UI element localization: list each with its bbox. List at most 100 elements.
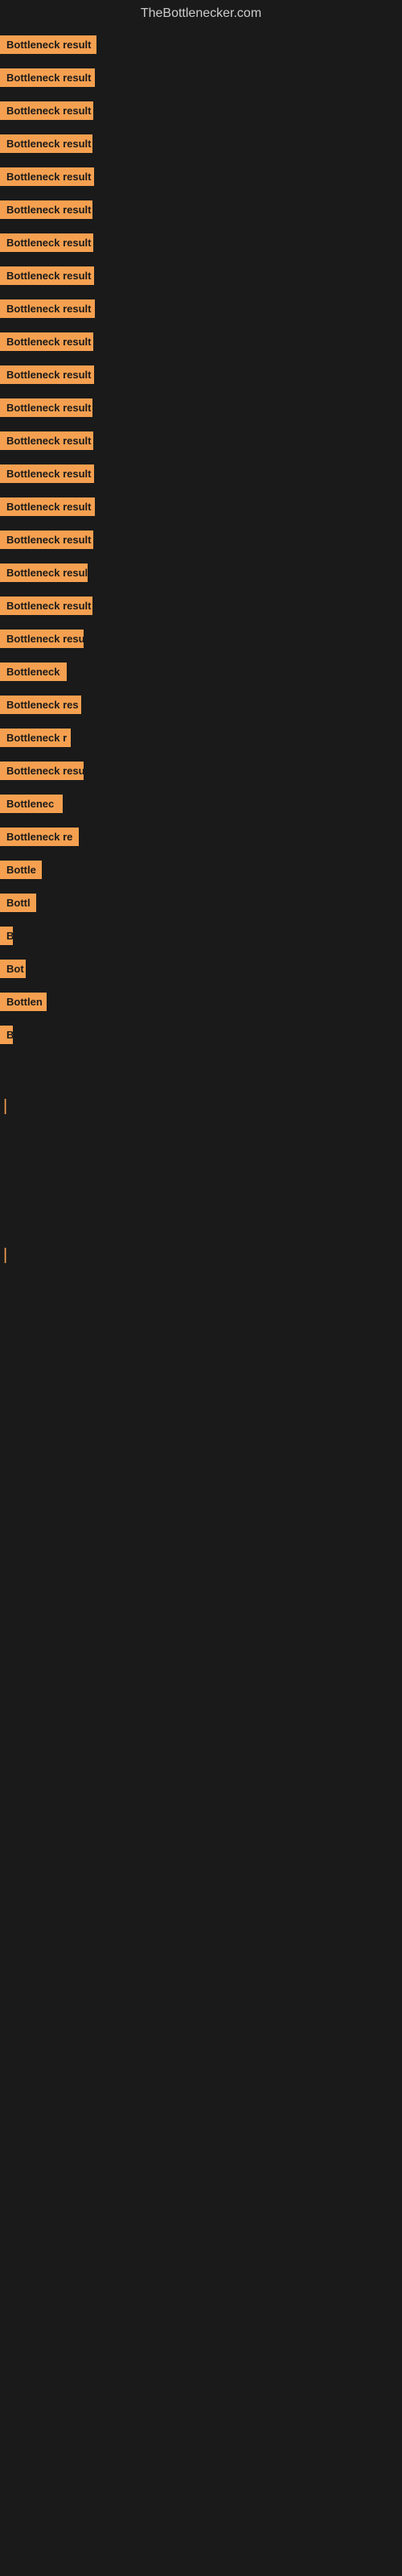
bottleneck-bar: Bottleneck result xyxy=(0,398,402,417)
bottleneck-label: Bottleneck result xyxy=(0,266,94,285)
list-item: Bottleneck result xyxy=(0,266,402,285)
bottleneck-bar: Bottleneck re xyxy=(0,828,402,846)
bottleneck-label: Bottle xyxy=(0,861,42,879)
list-item: Bottleneck result xyxy=(0,365,402,384)
bottleneck-bar: Bottleneck result xyxy=(0,332,402,351)
list-item: Bottleneck result xyxy=(0,497,402,516)
bottleneck-label: Bottlenec xyxy=(0,795,63,813)
list-item: Bottleneck result xyxy=(0,101,402,120)
list-item: Bottleneck result xyxy=(0,200,402,219)
bottleneck-label: Bottleneck result xyxy=(0,101,93,120)
bottleneck-label: Bottleneck result xyxy=(0,597,92,615)
bottleneck-bar: Bot xyxy=(0,960,402,978)
bottleneck-bar: Bottleneck res xyxy=(0,696,402,714)
list-item: Bottleneck resu xyxy=(0,762,402,780)
separator-line: | xyxy=(0,1246,402,1265)
site-title: TheBottlenecker.com xyxy=(0,0,402,27)
list-item: B xyxy=(0,1026,402,1044)
bottleneck-label: Bottleneck result xyxy=(0,398,92,417)
bottleneck-bar: B xyxy=(0,1026,402,1044)
bottleneck-bar: Bottleneck r xyxy=(0,729,402,747)
list-item: Bottleneck result xyxy=(0,398,402,417)
bottleneck-bar: Bottleneck result xyxy=(0,35,402,54)
list-item: Bottleneck result xyxy=(0,134,402,153)
bottleneck-bar: B xyxy=(0,927,402,945)
list-item: Bottleneck result xyxy=(0,332,402,351)
bottleneck-label: Bottleneck resu xyxy=(0,762,84,780)
bottleneck-bar: Bottleneck resu xyxy=(0,762,402,780)
bars-container: Bottleneck result Bottleneck result Bottle… xyxy=(0,27,402,1287)
bottleneck-bar: Bottleneck result xyxy=(0,200,402,219)
bottleneck-label: Bottleneck result xyxy=(0,200,92,219)
bottleneck-bar: Bottleneck result xyxy=(0,134,402,153)
bottleneck-bar: Bottleneck result xyxy=(0,266,402,285)
list-item xyxy=(0,1059,402,1083)
list-item: Bottleneck result xyxy=(0,299,402,318)
bottleneck-bar: Bottleneck resu xyxy=(0,630,402,648)
list-item: Bottleneck result xyxy=(0,597,402,615)
bottleneck-label: Bottleneck result xyxy=(0,68,95,87)
bottleneck-bar: Bottlen xyxy=(0,993,402,1011)
list-item xyxy=(0,1130,402,1154)
bottleneck-bar: Bottleneck result xyxy=(0,497,402,516)
list-item: | xyxy=(0,1246,402,1265)
list-item: Bottle xyxy=(0,861,402,879)
list-item: B xyxy=(0,927,402,945)
bottleneck-bar: Bottleneck result xyxy=(0,233,402,252)
bottleneck-label: Bot xyxy=(0,960,26,978)
bottleneck-label: Bottleneck result xyxy=(0,299,95,318)
bottleneck-label: Bottlen xyxy=(0,993,47,1011)
bottleneck-label: Bottleneck res xyxy=(0,696,81,714)
bottleneck-label: Bottleneck result xyxy=(0,35,96,54)
bottleneck-bar: Bottleneck result xyxy=(0,431,402,450)
bottleneck-label: Bottleneck result xyxy=(0,497,95,516)
bottleneck-label: Bottleneck result xyxy=(0,332,93,351)
list-item: Bot xyxy=(0,960,402,978)
bottleneck-bar: Bottleneck result xyxy=(0,564,402,582)
bottleneck-label: Bottleneck xyxy=(0,663,67,681)
bottleneck-label: Bottleneck result xyxy=(0,233,93,252)
list-item: Bottleneck result xyxy=(0,564,402,582)
bottleneck-label: Bottleneck result xyxy=(0,530,93,549)
list-item xyxy=(0,1208,402,1232)
bottleneck-bar: Bottleneck result xyxy=(0,68,402,87)
separator-line: | xyxy=(0,1097,402,1116)
bottleneck-bar: Bottleneck result xyxy=(0,530,402,549)
bottleneck-label: Bottleneck resu xyxy=(0,630,84,648)
bottleneck-bar: Bottleneck result xyxy=(0,464,402,483)
bottleneck-label: Bottleneck result xyxy=(0,464,94,483)
bottleneck-bar: Bottleneck result xyxy=(0,597,402,615)
bottleneck-bar: Bottleneck xyxy=(0,663,402,681)
list-item: Bottleneck xyxy=(0,663,402,681)
list-item: Bottlenec xyxy=(0,795,402,813)
list-item: Bottleneck re xyxy=(0,828,402,846)
bottleneck-bar: Bottleneck result xyxy=(0,365,402,384)
list-item: Bottleneck result xyxy=(0,431,402,450)
bottleneck-bar: Bottle xyxy=(0,861,402,879)
bottleneck-bar: Bottlenec xyxy=(0,795,402,813)
bottleneck-label: Bottleneck result xyxy=(0,167,94,186)
bottleneck-bar: Bottleneck result xyxy=(0,101,402,120)
list-item: Bottleneck r xyxy=(0,729,402,747)
list-item: Bottleneck result xyxy=(0,530,402,549)
bottleneck-bar: Bottleneck result xyxy=(0,299,402,318)
bottleneck-label: Bottleneck re xyxy=(0,828,79,846)
list-item xyxy=(0,1169,402,1193)
list-item: | xyxy=(0,1097,402,1116)
list-item: Bottleneck result xyxy=(0,464,402,483)
list-item: Bottlen xyxy=(0,993,402,1011)
list-item: Bottleneck resu xyxy=(0,630,402,648)
list-item: Bottleneck res xyxy=(0,696,402,714)
bottleneck-label: Bottleneck result xyxy=(0,134,92,153)
list-item: Bottleneck result xyxy=(0,35,402,54)
bottleneck-label: Bottleneck result xyxy=(0,564,88,582)
list-item: Bottleneck result xyxy=(0,233,402,252)
bottleneck-label: B xyxy=(0,1026,13,1044)
bottleneck-label: Bottleneck result xyxy=(0,365,94,384)
bottleneck-label: B xyxy=(0,927,13,945)
bottleneck-label: Bottl xyxy=(0,894,36,912)
list-item: Bottleneck result xyxy=(0,167,402,186)
bottleneck-label: Bottleneck r xyxy=(0,729,71,747)
list-item: Bottl xyxy=(0,894,402,912)
bottleneck-label: Bottleneck result xyxy=(0,431,93,450)
